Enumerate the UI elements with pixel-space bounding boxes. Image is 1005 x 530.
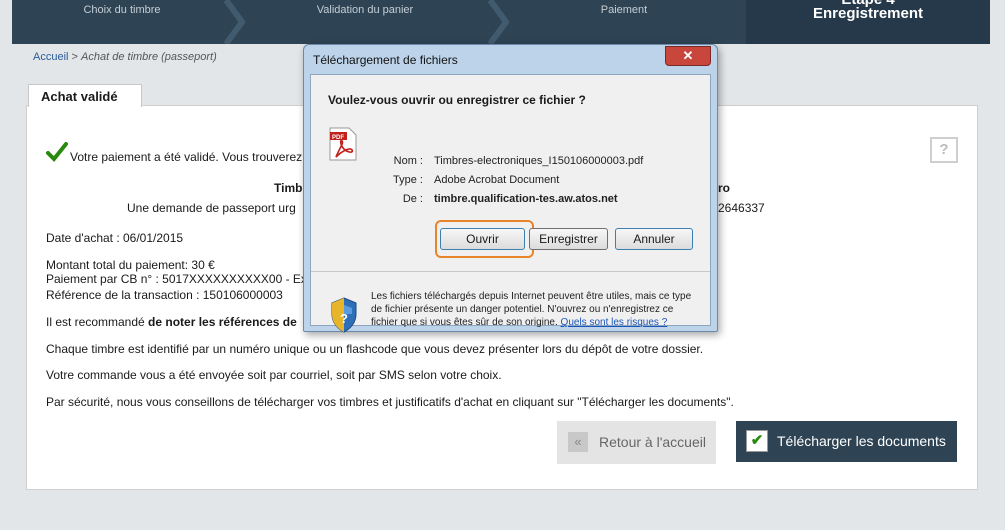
payment-confirmation-text: Votre paiement a été validé. Vous trouve… — [70, 150, 303, 164]
pdf-file-icon: PDF — [329, 127, 357, 161]
svg-text:?: ? — [340, 311, 348, 326]
step-validation-du-panier: Validation du panier — [316, 4, 414, 16]
back-home-button[interactable]: « Retour à l'accueil — [557, 421, 716, 464]
download-documents-button[interactable]: ✔ Télécharger les documents — [736, 421, 957, 462]
check-icon — [46, 142, 68, 162]
cancel-button[interactable]: Annuler — [615, 228, 693, 250]
file-name-value: Timbres-electroniques_I150106000003.pdf — [434, 155, 644, 167]
steps-header: Choix du timbre Validation du panier Pai… — [12, 0, 990, 44]
recommendation-text: Il est recommandé de noter les référence… — [46, 315, 297, 329]
save-button[interactable]: Enregistrer — [529, 228, 608, 250]
purchase-date: Date d'achat : 06/01/2015 — [46, 231, 184, 245]
order-sent-text: Votre commande vous a été envoyée soit p… — [46, 368, 502, 382]
risks-link[interactable]: Quels sont les risques ? — [561, 317, 668, 328]
file-source-label: De : — [402, 193, 423, 205]
help-icon[interactable]: ? — [930, 137, 958, 163]
security-warning-text: Les fichiers téléchargés depuis Internet… — [371, 291, 692, 328]
breadcrumb-current: Achat de timbre (passeport) — [81, 51, 217, 63]
file-type-label: Type : — [393, 174, 423, 186]
open-button[interactable]: Ouvrir — [440, 228, 525, 250]
breadcrumb-home-link[interactable]: Accueil — [33, 51, 68, 63]
table-row-right: 2646337 — [718, 201, 765, 215]
tab-achat-valide[interactable]: Achat validé — [28, 84, 142, 107]
transaction-reference: Référence de la transaction : 1501060000… — [46, 288, 283, 302]
checkbox-check-icon: ✔ — [746, 430, 768, 452]
dialog-body: Voulez-vous ouvrir ou enregistrer ce fic… — [310, 74, 711, 333]
dialog-title: Téléchargement de fichiers — [313, 53, 458, 67]
file-type-value: Adobe Acrobat Document — [434, 174, 560, 186]
dialog-close-button[interactable]: ✕ — [665, 46, 711, 66]
security-shield-icon: ? — [331, 297, 357, 333]
back-home-label: Retour à l'accueil — [599, 434, 706, 450]
payment-amount: Montant total du paiement: 30 € — [46, 258, 215, 272]
payment-card: Paiement par CB n° : 5017XXXXXXXXXX00 - … — [46, 272, 314, 286]
step-enregistrement: Étape 4 Enregistrement — [746, 0, 990, 44]
security-advice-text: Par sécurité, nous vous conseillons de t… — [46, 395, 734, 409]
download-documents-label: Télécharger les documents — [777, 433, 946, 449]
unique-number-text: Chaque timbre est identifié par un numér… — [46, 342, 704, 356]
file-download-dialog: Téléchargement de fichiers ✕ Voulez-vous… — [303, 44, 718, 333]
step-paiement: Paiement — [600, 4, 648, 16]
step-active-label: Enregistrement — [812, 5, 924, 22]
dialog-separator — [311, 271, 710, 272]
file-source-value: timbre.qualification-tes.aw.atos.net — [434, 193, 618, 205]
dialog-question: Voulez-vous ouvrir ou enregistrer ce fic… — [328, 93, 586, 107]
table-row-left: Une demande de passeport urg — [127, 201, 296, 215]
table-header-right: ro — [718, 181, 730, 195]
double-chevron-left-icon: « — [568, 432, 588, 452]
breadcrumb: Accueil > Achat de timbre (passeport) — [33, 51, 217, 63]
svg-text:PDF: PDF — [332, 135, 344, 141]
step-choix-du-timbre: Choix du timbre — [83, 4, 161, 16]
breadcrumb-separator: > — [71, 51, 78, 63]
file-name-label: Nom : — [393, 155, 423, 167]
